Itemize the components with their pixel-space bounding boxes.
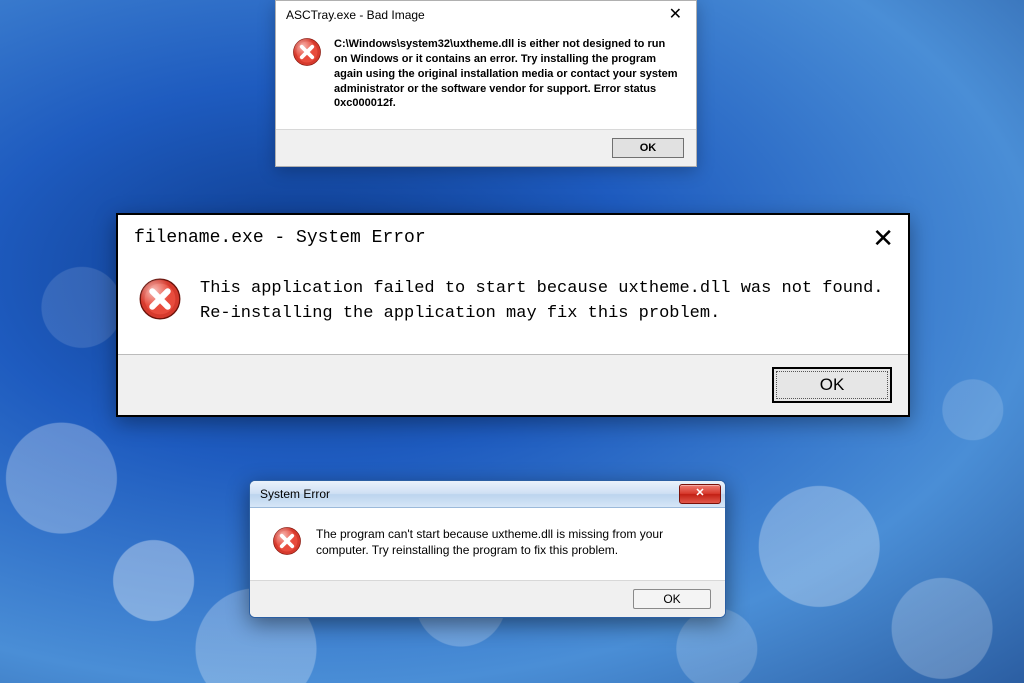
ok-button[interactable]: OK: [633, 589, 711, 609]
window-title: ASCTray.exe - Bad Image: [286, 8, 425, 22]
dialog-system-error-aero: System Error ✕ The program can't start b…: [249, 480, 726, 618]
ok-button[interactable]: OK: [612, 138, 684, 158]
titlebar[interactable]: ASCTray.exe - Bad Image ✕: [276, 1, 696, 27]
error-icon: [138, 277, 182, 321]
window-title: System Error: [260, 487, 330, 501]
dialog-body: C:\Windows\system32\uxtheme.dll is eithe…: [276, 27, 696, 129]
dialog-body: This application failed to start because…: [118, 259, 908, 354]
close-button[interactable]: ✕: [872, 225, 894, 251]
error-message: C:\Windows\system32\uxtheme.dll is eithe…: [334, 37, 680, 111]
close-button[interactable]: ✕: [679, 484, 721, 504]
error-message: This application failed to start because…: [200, 277, 884, 326]
dialog-footer: OK: [118, 354, 908, 415]
titlebar[interactable]: filename.exe - System Error ✕: [118, 215, 908, 259]
error-icon: [292, 37, 322, 111]
dialog-body: The program can't start because uxtheme.…: [250, 508, 725, 580]
dialog-bad-image: ASCTray.exe - Bad Image ✕ C:\Windows\sys…: [275, 0, 697, 167]
dialog-system-error-large: filename.exe - System Error ✕ This appli…: [116, 213, 910, 417]
error-message: The program can't start because uxtheme.…: [316, 526, 705, 558]
dialog-footer: OK: [250, 580, 725, 617]
close-button[interactable]: ✕: [663, 7, 688, 23]
error-icon: [272, 526, 302, 556]
ok-button[interactable]: OK: [772, 367, 892, 403]
titlebar[interactable]: System Error ✕: [250, 481, 725, 508]
dialog-footer: OK: [276, 129, 696, 166]
window-title: filename.exe - System Error: [134, 228, 426, 248]
